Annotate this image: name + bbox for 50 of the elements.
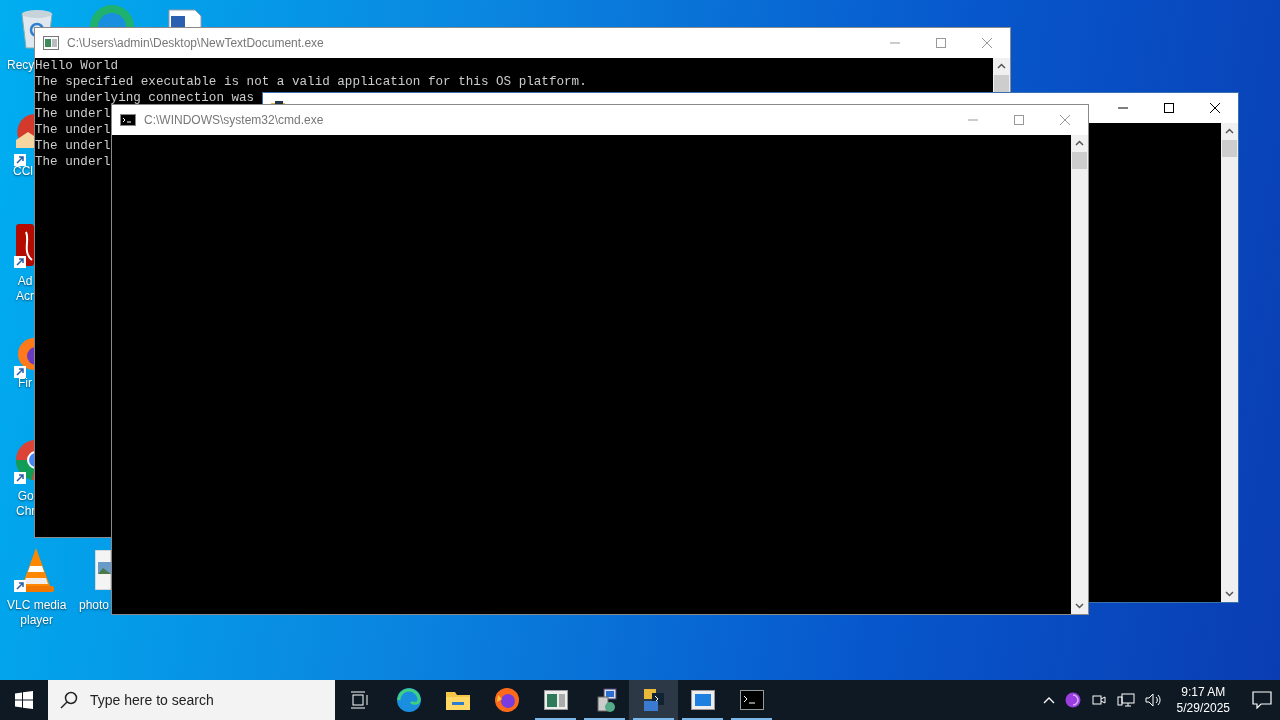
- window-app-icon: [43, 36, 59, 50]
- notification-icon[interactable]: [1252, 691, 1272, 709]
- folder-icon: [445, 690, 470, 710]
- image-file-icon[interactable]: [95, 550, 111, 590]
- desktop-icon-label: photo: [79, 598, 110, 613]
- scrollbar-thumb[interactable]: [994, 75, 1009, 92]
- console-line: The underl: [35, 106, 111, 122]
- tray-app-icon[interactable]: [1064, 692, 1081, 708]
- desktop-icon-label: Fir: [18, 376, 32, 391]
- script-file-icon: [641, 687, 666, 713]
- app-window-icon: [690, 690, 715, 710]
- browser-icon: [395, 687, 422, 713]
- search-icon: [60, 691, 78, 709]
- close-icon: [1060, 115, 1070, 125]
- windows-logo-icon: [15, 691, 33, 709]
- close-icon: [1210, 103, 1220, 113]
- maximize-icon: [1014, 115, 1024, 125]
- app-window-icon: [543, 690, 568, 710]
- console-line: The underl: [35, 154, 111, 170]
- network-icon[interactable]: [1116, 692, 1135, 708]
- clock[interactable]: 9:17 AM 5/29/2025: [1172, 684, 1234, 716]
- desktop-icon-label: VLC media player: [7, 598, 67, 628]
- console-line: The underlying connection was: [35, 90, 255, 106]
- window-title: C:\WINDOWS\system32\cmd.exe: [144, 113, 324, 127]
- window-title: C:\Users\admin\Desktop\NewTextDocument.exe: [67, 36, 324, 50]
- search-bar[interactable]: Type here to search: [48, 680, 335, 720]
- close-icon: [982, 38, 992, 48]
- terminal-icon: [120, 114, 136, 126]
- camera-icon[interactable]: [1090, 692, 1107, 708]
- search-field[interactable]: Type here to search: [88, 691, 292, 709]
- maximize-icon: [1164, 103, 1174, 113]
- task-view-icon: [349, 691, 370, 709]
- console-line: The specified executable is not a valid application for this OS platform.: [35, 74, 587, 90]
- document-reader-icon[interactable]: [14, 224, 34, 270]
- scrollbar-thumb[interactable]: [1222, 140, 1237, 157]
- scrollbar-thumb[interactable]: [1072, 152, 1087, 169]
- terminal-icon: [739, 690, 764, 710]
- desktop-icon-label: Ad Acr: [16, 274, 34, 304]
- fox-browser-icon: [493, 687, 520, 713]
- document-icon[interactable]: [165, 8, 205, 28]
- taskbar-app-button[interactable]: [629, 680, 678, 720]
- desktop-icon-label: CCl: [13, 164, 33, 179]
- maximize-icon: [936, 38, 946, 48]
- desktop-icon-label: Go Chr: [16, 489, 36, 519]
- speaker-icon[interactable]: [1144, 692, 1163, 708]
- console-line: The underl: [35, 122, 111, 138]
- desktop-icon-label: Recy: [7, 58, 35, 73]
- console-line: The underl: [35, 138, 111, 154]
- chevron-up-icon[interactable]: [1042, 696, 1055, 704]
- console-line: Hello World: [35, 58, 119, 74]
